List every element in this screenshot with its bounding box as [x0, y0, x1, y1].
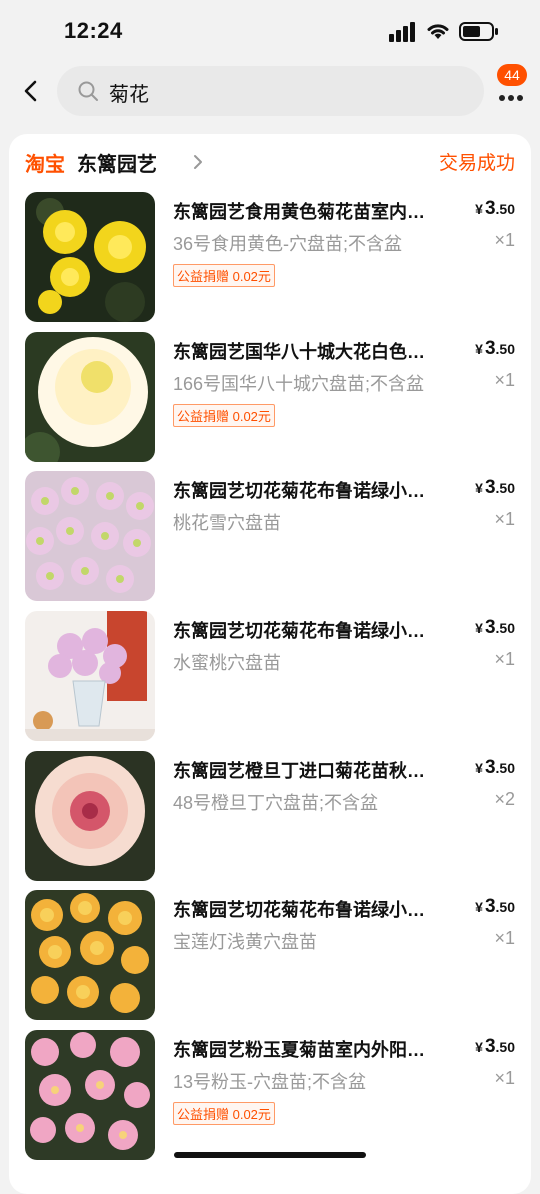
message-count-badge: 44: [497, 64, 527, 86]
order-card: 淘宝 东篱园艺 交易成功 东篱园艺食用黄色菊花苗室内… ¥3.50 36号食用黄…: [9, 134, 531, 1194]
product-quantity: ×1: [494, 649, 515, 669]
product-price: ¥3.50: [475, 896, 515, 917]
product-image: [25, 332, 155, 462]
product-quantity: ×1: [494, 509, 515, 529]
order-item[interactable]: 东篱园艺切花菊花布鲁诺绿小… ¥3.50 水蜜桃穴盘苗 ×1: [25, 611, 515, 741]
order-item[interactable]: 东篱园艺切花菊花布鲁诺绿小… ¥3.50 桃花雪穴盘苗 ×1: [25, 471, 515, 601]
status-bar: 12:24: [0, 0, 540, 62]
order-item[interactable]: 东篱园艺切花菊花布鲁诺绿小… ¥3.50 宝莲灯浅黄穴盘苗 ×1: [25, 890, 515, 1020]
order-status: 交易成功: [438, 153, 515, 174]
order-item[interactable]: 东篱园艺国华八十城大花白色… ¥3.50 166号国华八十城穴盘苗;不含盆 ×1…: [25, 332, 515, 462]
product-quantity: ×1: [494, 370, 515, 390]
product-image: [25, 751, 155, 881]
product-image: [25, 471, 155, 601]
status-time: 12:24: [64, 18, 123, 43]
taobao-brand-label: 淘宝: [25, 154, 65, 176]
product-title: 东篱园艺切花菊花布鲁诺绿小…: [173, 621, 425, 641]
order-item[interactable]: 东篱园艺橙旦丁进口菊花苗秋… ¥3.50 48号橙旦丁穴盘苗;不含盆 ×2: [25, 751, 515, 881]
product-sku: 36号食用黄色-穴盘苗;不含盆: [173, 234, 403, 254]
charity-tag: 公益捐赠 0.02元: [173, 1102, 275, 1125]
search-input[interactable]: 菊花: [57, 66, 484, 116]
order-item[interactable]: 东篱园艺食用黄色菊花苗室内… ¥3.50 36号食用黄色-穴盘苗;不含盆 ×1 …: [25, 192, 515, 322]
more-dots-icon: [499, 88, 526, 106]
more-menu-button[interactable]: 44: [497, 64, 533, 108]
wifi-icon: [427, 24, 449, 39]
product-quantity: ×1: [494, 928, 515, 948]
product-price: ¥3.50: [475, 338, 515, 359]
product-title: 东篱园艺粉玉夏菊苗室内外阳…: [173, 1040, 425, 1060]
product-image: [25, 1030, 155, 1160]
battery-icon: [459, 22, 498, 41]
charity-tag: 公益捐赠 0.02元: [173, 404, 275, 427]
product-quantity: ×1: [494, 1068, 515, 1088]
chevron-right-icon: [194, 155, 202, 169]
product-title: 东篱园艺切花菊花布鲁诺绿小…: [173, 481, 425, 501]
product-title: 东篱园艺橙旦丁进口菊花苗秋…: [173, 761, 425, 781]
shop-name[interactable]: 东篱园艺: [77, 148, 157, 177]
order-item[interactable]: 东篱园艺粉玉夏菊苗室内外阳… ¥3.50 13号粉玉-穴盘苗;不含盆 ×1 公益…: [25, 1030, 515, 1160]
product-title: 东篱园艺食用黄色菊花苗室内…: [173, 202, 425, 222]
product-price: ¥3.50: [475, 477, 515, 498]
product-image: [25, 611, 155, 741]
product-price: ¥3.50: [475, 1036, 515, 1057]
product-title: 东篱园艺国华八十城大花白色…: [173, 342, 425, 362]
product-image: [25, 890, 155, 1020]
cellular-signal-icon: [389, 22, 415, 42]
product-price: ¥3.50: [475, 617, 515, 638]
product-image: [25, 192, 155, 322]
product-sku: 48号橙旦丁穴盘苗;不含盆: [173, 793, 379, 813]
home-indicator[interactable]: [174, 1152, 366, 1158]
product-sku: 水蜜桃穴盘苗: [173, 653, 281, 673]
charity-tag: 公益捐赠 0.02元: [173, 264, 275, 287]
back-icon[interactable]: [18, 78, 44, 104]
product-title: 东篱园艺切花菊花布鲁诺绿小…: [173, 900, 425, 920]
product-sku: 166号国华八十城穴盘苗;不含盆: [173, 374, 425, 394]
product-quantity: ×1: [494, 230, 515, 250]
product-sku: 宝莲灯浅黄穴盘苗: [173, 932, 317, 952]
search-icon: [78, 81, 98, 101]
product-sku: 13号粉玉-穴盘苗;不含盆: [173, 1072, 367, 1092]
product-price: ¥3.50: [475, 757, 515, 778]
product-sku: 桃花雪穴盘苗: [173, 513, 281, 533]
product-quantity: ×2: [494, 789, 515, 809]
product-price: ¥3.50: [475, 198, 515, 219]
shop-header[interactable]: 淘宝 东篱园艺 交易成功: [25, 148, 515, 178]
search-query: 菊花: [109, 84, 149, 106]
